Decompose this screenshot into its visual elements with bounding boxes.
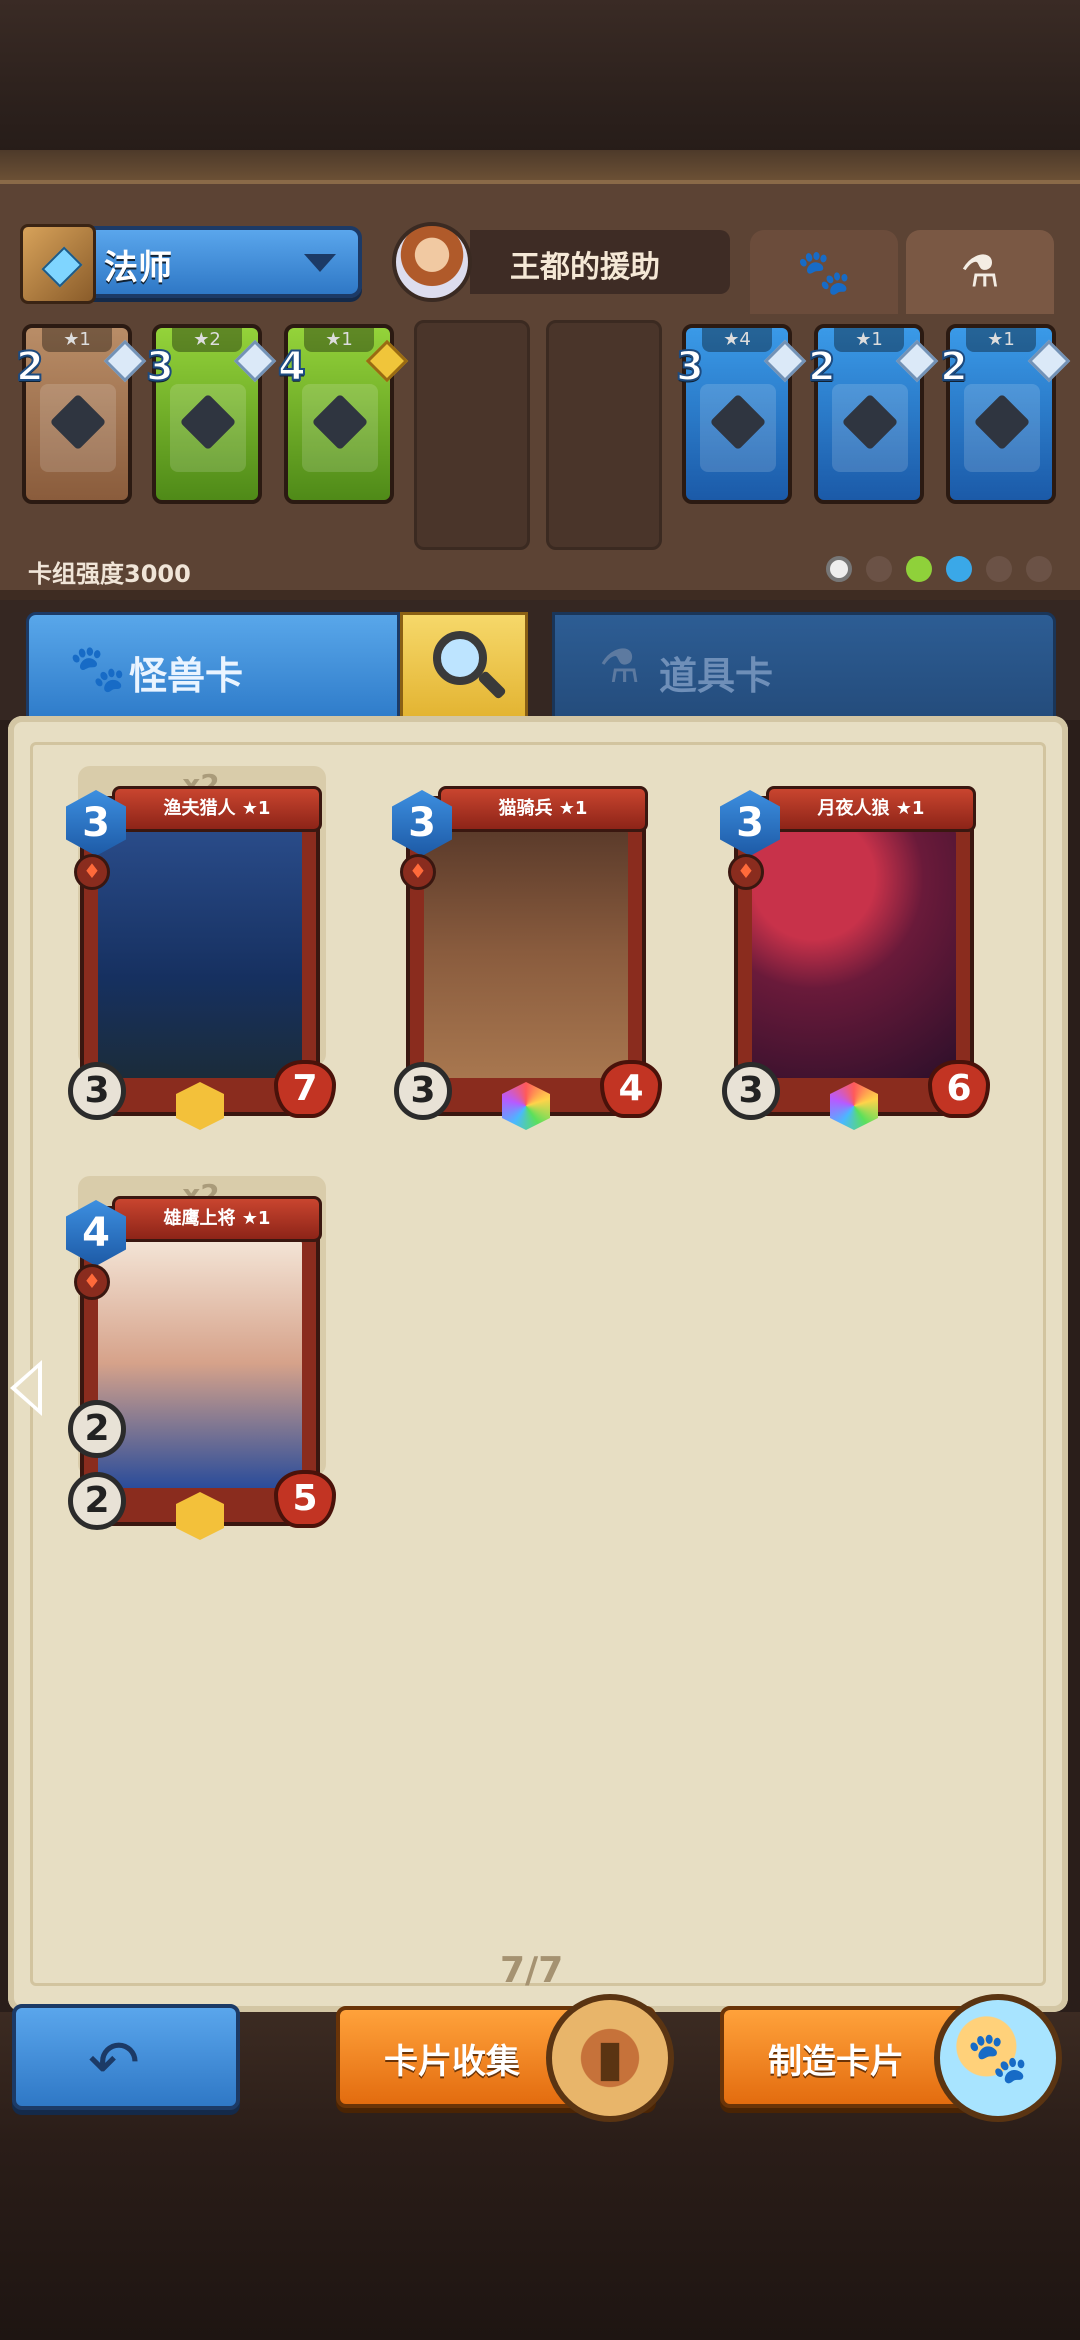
craft-card-button[interactable]: 制造卡片 🐾 xyxy=(720,1994,1062,2122)
dark-element-icon xyxy=(986,556,1012,582)
armor-art xyxy=(832,384,908,472)
earth-element-icon xyxy=(866,556,892,582)
back-button[interactable]: ↶ xyxy=(12,2004,240,2110)
filter-tab-monster[interactable]: 🐾 xyxy=(750,230,898,314)
potion-icon: ⚗ xyxy=(960,246,1000,298)
deck-slot-6[interactable]: ★1 2 xyxy=(939,324,1071,504)
element-icons xyxy=(826,556,1052,582)
fire-element-icon: ♦ xyxy=(74,1264,110,1300)
paw-icon: 🐾 xyxy=(69,641,127,695)
card-name: 渔夫猎人 ★1 xyxy=(112,786,322,832)
back-arrow-icon: ↶ xyxy=(88,2026,140,2099)
slot-stars: ★4 xyxy=(702,328,772,352)
chevron-down-icon xyxy=(304,254,336,272)
banner-art xyxy=(170,384,246,472)
card-type-tabs: 🐾 怪兽卡 ⚗ 道具卡 xyxy=(0,600,1080,720)
fire-element-icon xyxy=(1026,556,1052,582)
card-attack: 3 xyxy=(68,1062,126,1120)
monster-art xyxy=(302,384,378,472)
class-book-icon xyxy=(20,224,96,304)
filter-tab-item[interactable]: ⚗ xyxy=(906,230,1054,314)
nature-element-icon xyxy=(906,556,932,582)
paw-icon: 🐾 xyxy=(796,247,852,298)
water-element-icon xyxy=(946,556,972,582)
craft-jar-icon: 🐾 xyxy=(934,1994,1062,2122)
search-button[interactable] xyxy=(400,612,528,720)
page-counter: 7/7 xyxy=(500,1950,564,1991)
card-health: 4 xyxy=(600,1060,662,1118)
class-select-dropdown[interactable]: 法师 xyxy=(20,224,362,304)
top-wood-background xyxy=(0,0,1080,180)
collection-card[interactable]: 猫骑兵 ★1 3 ♦ 3 4 xyxy=(392,786,662,1130)
slot-stars: ★1 xyxy=(304,328,374,352)
previous-page-arrow[interactable] xyxy=(10,1360,42,1416)
slot-stars: ★1 xyxy=(42,328,112,352)
search-icon-handle xyxy=(477,670,507,700)
card-attack-secondary: 2 xyxy=(68,1400,126,1458)
card-health: 7 xyxy=(274,1060,336,1118)
collection-card[interactable]: 月夜人狼 ★1 3 ♦ 3 6 xyxy=(720,786,990,1130)
deck-slot-4[interactable]: ★4 3 xyxy=(675,324,807,504)
hero-name: 王都的援助 xyxy=(510,250,660,285)
class-label: 法师 xyxy=(104,248,172,288)
hero-avatar[interactable] xyxy=(392,222,472,302)
collection-card[interactable]: x2 渔夫猎人 ★1 3 ♦ 3 7 xyxy=(66,766,336,1130)
tab-item-label: 道具卡 xyxy=(659,654,774,698)
card-book-icon: ▮ xyxy=(546,1994,674,2122)
card-art xyxy=(98,828,302,1078)
card-art xyxy=(98,1238,302,1488)
deck-slot-5[interactable]: ★1 2 xyxy=(807,324,939,504)
deck-slot-empty-2[interactable] xyxy=(546,320,662,550)
card-icon: ▮ xyxy=(596,2029,624,2087)
card-name: 月夜人狼 ★1 xyxy=(766,786,976,832)
banner-art xyxy=(700,384,776,472)
slot-cost: 2 xyxy=(807,343,837,391)
collection-card[interactable]: x2 雄鹰上将 ★1 4 ♦ 2 2 5 xyxy=(66,1176,336,1540)
potion-icon: ⚗ xyxy=(599,639,641,693)
craft-card-label: 制造卡片 xyxy=(768,2042,904,2082)
shuriken-art xyxy=(40,384,116,472)
card-attack: 3 xyxy=(722,1062,780,1120)
slot-stars: ★1 xyxy=(834,328,904,352)
tab-monster-cards[interactable]: 🐾 怪兽卡 xyxy=(26,612,400,720)
card-attack: 2 xyxy=(68,1472,126,1530)
deck-slot-3[interactable]: ★1 4 xyxy=(277,324,409,504)
card-collection-button[interactable]: 卡片收集 ▮ xyxy=(336,1994,674,2122)
tab-monster-label: 怪兽卡 xyxy=(129,654,244,698)
slot-cost: 3 xyxy=(145,343,175,391)
fire-element-icon: ♦ xyxy=(74,854,110,890)
slot-stars: ★2 xyxy=(172,328,242,352)
card-attack: 3 xyxy=(394,1062,452,1120)
slot-cost: 3 xyxy=(675,343,705,391)
neutral-element-icon xyxy=(826,556,852,582)
card-art xyxy=(424,828,628,1078)
card-collection-label: 卡片收集 xyxy=(384,2042,520,2082)
fire-element-icon: ♦ xyxy=(400,854,436,890)
deck-panel: 法师 王都的援助 🐾 ⚗ ★1 2 ★2 3 ★1 4 ★4 3 ★1 2 ★1… xyxy=(0,180,1080,600)
slot-cost: 2 xyxy=(939,343,969,391)
paw-icon: 🐾 xyxy=(966,2028,1030,2087)
card-name: 猫骑兵 ★1 xyxy=(438,786,648,832)
card-health: 5 xyxy=(274,1470,336,1528)
hero-name-box[interactable]: 王都的援助 xyxy=(470,230,730,294)
slot-cost: 4 xyxy=(277,343,307,391)
deck-slot-2[interactable]: ★2 3 xyxy=(145,324,277,504)
deck-slot-empty-1[interactable] xyxy=(414,320,530,550)
deck-slot-1[interactable]: ★1 2 xyxy=(15,324,147,504)
card-art xyxy=(752,828,956,1078)
slot-stars: ★1 xyxy=(966,328,1036,352)
deck-strength: 卡组强度3000 xyxy=(28,560,191,588)
card-collection-page: x2 渔夫猎人 ★1 3 ♦ 3 7 猫骑兵 ★1 3 ♦ 3 4 月夜人狼 ★… xyxy=(8,716,1068,2012)
card-name: 雄鹰上将 ★1 xyxy=(112,1196,322,1242)
slot-cost: 2 xyxy=(15,343,45,391)
card-health: 6 xyxy=(928,1060,990,1118)
fire-element-icon: ♦ xyxy=(728,854,764,890)
armor-art xyxy=(964,384,1040,472)
tab-item-cards[interactable]: ⚗ 道具卡 xyxy=(552,612,1056,720)
